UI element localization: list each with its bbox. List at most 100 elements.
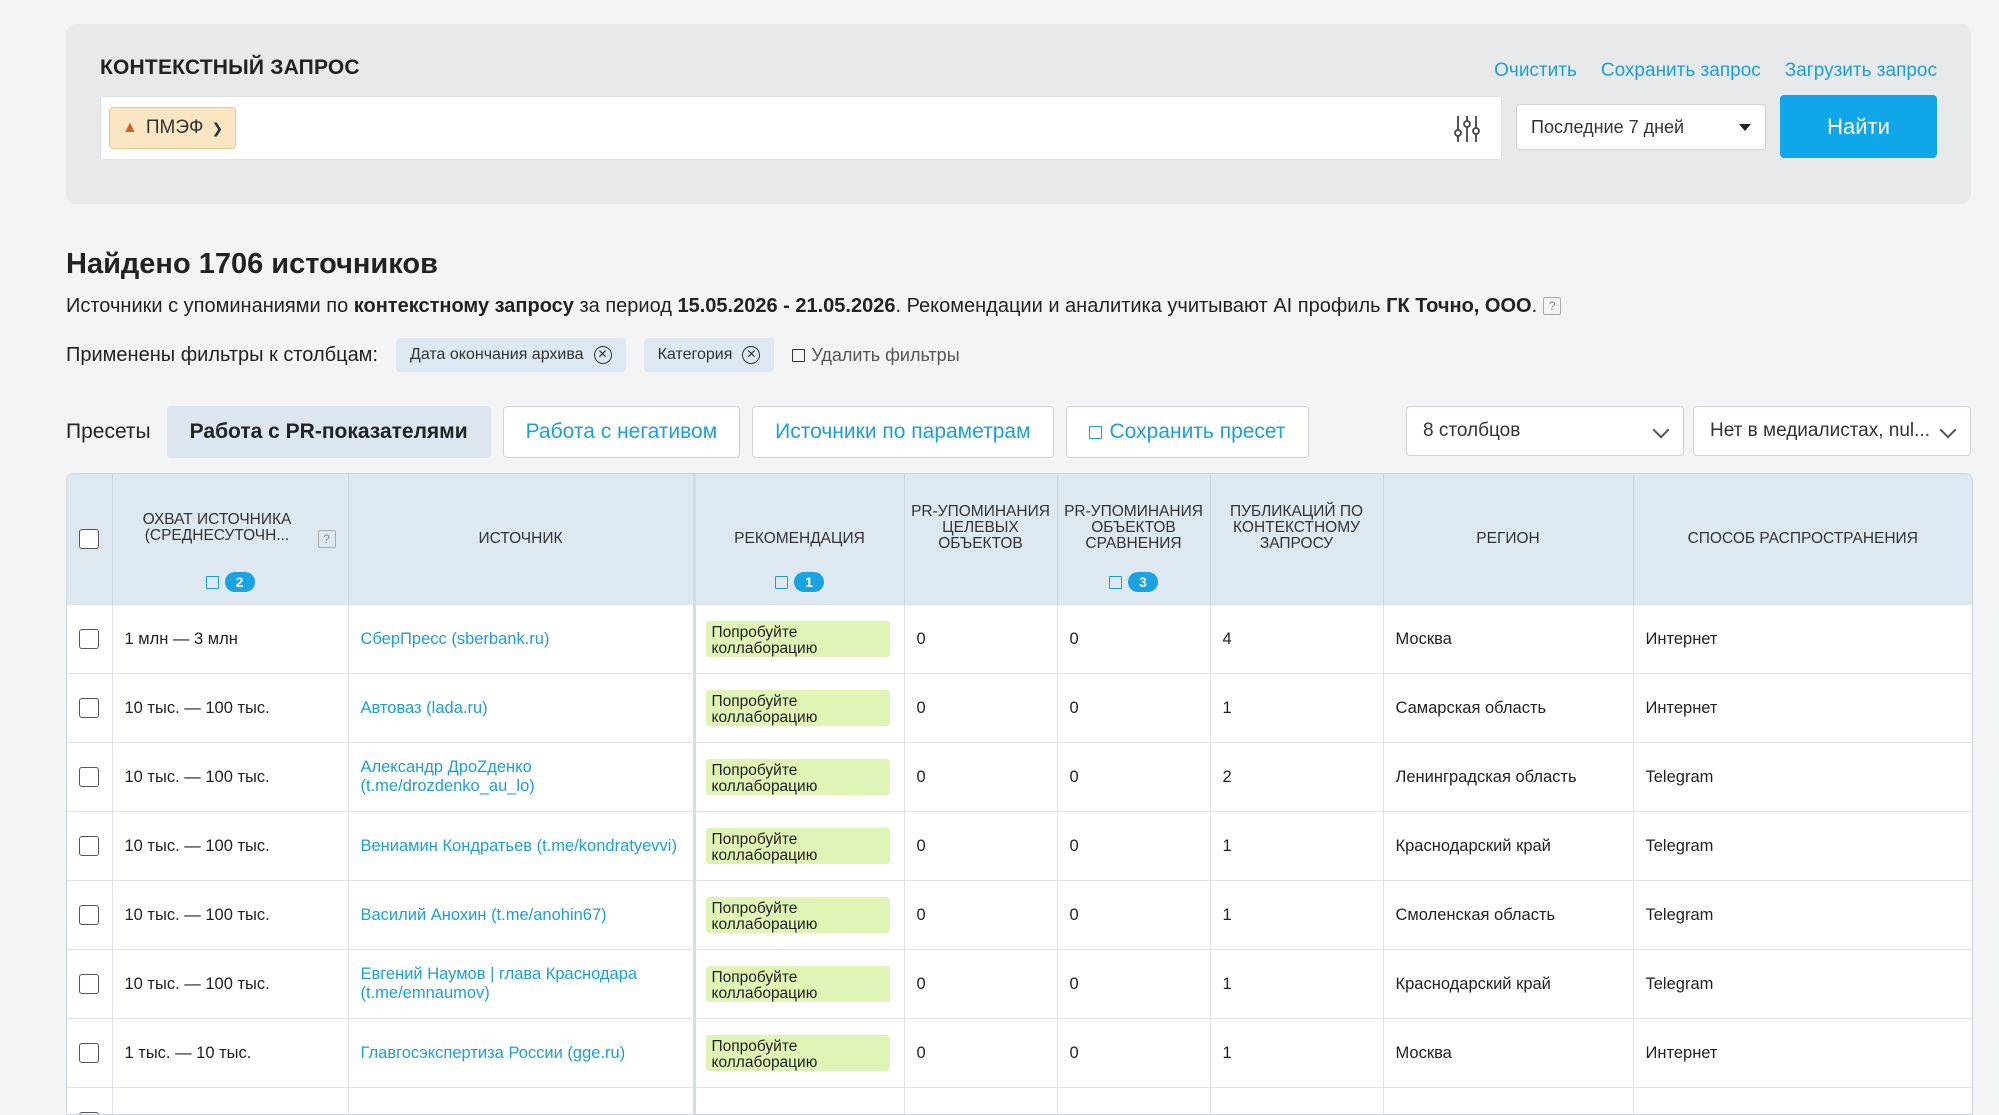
col-header-pr-compare[interactable]: PR-УПОМИНАНИЯ ОБЪЕКТОВ СРАВНЕНИЯ 3 — [1057, 474, 1210, 605]
help-icon[interactable]: ? — [318, 530, 336, 548]
table-row[interactable]: 1 млн — 3 млнСберПресс (sberbank.ru)Попр… — [67, 605, 1972, 674]
cell-source[interactable]: Александр ДроZденко (t.me/drozdenko_au_l… — [348, 743, 694, 812]
query-tag-chip[interactable]: ▲ ПМЭФ ❯ — [109, 107, 236, 149]
find-button[interactable]: Найти — [1780, 95, 1937, 158]
row-checkbox[interactable] — [79, 698, 99, 718]
period-select[interactable]: Последние 7 дней — [1516, 104, 1766, 150]
sliders-icon[interactable] — [1451, 113, 1483, 145]
cell-reach: 10 тыс. — 100 тыс. — [112, 812, 348, 881]
cell-distribution: Telegram — [1633, 881, 1972, 950]
table-row[interactable]: 10 тыс. — 100 тыс.Автоваз (lada.ru)Попро… — [67, 674, 1972, 743]
cell-source[interactable]: СберПресс (sberbank.ru) — [348, 605, 694, 674]
table-row[interactable]: 10 тыс. — 100 тыс.Василий Анохин (t.me/a… — [67, 881, 1972, 950]
save-preset-button[interactable]: Сохранить пресет — [1066, 406, 1309, 458]
row-checkbox-cell — [67, 950, 112, 1019]
cell-pr-compare: 0 — [1057, 674, 1210, 743]
load-query-link[interactable]: Загрузить запрос — [1785, 60, 1937, 82]
cell-source[interactable]: Главгосэкспертиза России (gge.ru) — [348, 1019, 694, 1088]
save-preset-label: Сохранить пресет — [1110, 420, 1286, 444]
table-row[interactable] — [67, 1088, 1972, 1115]
cell-pr-compare: 0 — [1057, 881, 1210, 950]
cell-source[interactable] — [348, 1088, 694, 1115]
cell-source[interactable]: Василий Анохин (t.me/anohin67) — [348, 881, 694, 950]
cell-publications: 1 — [1210, 674, 1383, 743]
chevron-down-icon — [1940, 422, 1957, 439]
cell-pr-target: 0 — [904, 950, 1057, 1019]
sort-order-badge: 3 — [1128, 572, 1158, 592]
row-checkbox[interactable] — [79, 974, 99, 994]
sort-indicator[interactable]: 3 — [1058, 572, 1210, 592]
sort-indicator[interactable]: 2 — [113, 572, 348, 592]
media-lists-select-value: Нет в медиалистах, nul... — [1710, 420, 1930, 442]
col-header-distribution[interactable]: СПОСОБ РАСПРОСТРАНЕНИЯ — [1633, 474, 1972, 605]
recommendation-badge: Попробуйте коллаборацию — [706, 621, 890, 657]
recommendation-badge: Попробуйте коллаборацию — [706, 966, 890, 1002]
col-header-label: СПОСОБ РАСПРОСТРАНЕНИЯ — [1688, 530, 1918, 547]
table-row[interactable]: 10 тыс. — 100 тыс.Евгений Наумов | глава… — [67, 950, 1972, 1019]
cell-region: Ленинградская область — [1383, 743, 1633, 812]
cell-source[interactable]: Вениамин Кондратьев (t.me/kondratyevvi) — [348, 812, 694, 881]
cell-publications: 1 — [1210, 812, 1383, 881]
cell-distribution: Telegram — [1633, 812, 1972, 881]
table-row[interactable]: 1 тыс. — 10 тыс.Главгосэкспертиза России… — [67, 1019, 1972, 1088]
row-checkbox[interactable] — [79, 836, 99, 856]
remove-filters-link[interactable]: Удалить фильтры — [792, 345, 959, 366]
table-row[interactable]: 10 тыс. — 100 тыс.Вениамин Кондратьев (t… — [67, 812, 1972, 881]
preset-sources-params[interactable]: Источники по параметрам — [752, 406, 1053, 458]
col-header-reach[interactable]: ОХВАТ ИСТОЧНИКА (СРЕДНЕСУТОЧН... ? 2 — [112, 474, 348, 605]
columns-select[interactable]: 8 столбцов — [1406, 406, 1684, 456]
chevron-down-icon — [1653, 422, 1670, 439]
period-select-value: Последние 7 дней — [1531, 117, 1684, 138]
presets-label: Пресеты — [66, 420, 151, 444]
col-header-region[interactable]: РЕГИОН — [1383, 474, 1633, 605]
col-header-pr-target[interactable]: PR-УПОМИНАНИЯ ЦЕЛЕВЫХ ОБЪЕКТОВ — [904, 474, 1057, 605]
cell-publications: 1 — [1210, 1019, 1383, 1088]
cell-distribution: Интернет — [1633, 674, 1972, 743]
desc-bold-period: 15.05.2026 - 21.05.2026 — [678, 295, 896, 317]
close-circle-icon[interactable]: ✕ — [594, 346, 612, 364]
save-query-link[interactable]: Сохранить запрос — [1601, 60, 1761, 82]
cell-source[interactable]: Евгений Наумов | глава Краснодара (t.me/… — [348, 950, 694, 1019]
row-checkbox[interactable] — [79, 629, 99, 649]
select-all-checkbox[interactable] — [79, 529, 99, 549]
media-lists-select[interactable]: Нет в медиалистах, nul... — [1693, 406, 1971, 456]
cell-pr-target: 0 — [904, 881, 1057, 950]
cell-region — [1383, 1088, 1633, 1115]
row-checkbox-cell — [67, 1019, 112, 1088]
cell-source[interactable]: Автоваз (lada.ru) — [348, 674, 694, 743]
query-input[interactable]: ▲ ПМЭФ ❯ — [100, 96, 1502, 160]
table-row[interactable]: 10 тыс. — 100 тыс.Александр ДроZденко (t… — [67, 743, 1972, 812]
col-header-label: РЕГИОН — [1476, 530, 1539, 547]
cell-pr-target — [904, 1088, 1057, 1115]
sort-indicator[interactable]: 1 — [696, 572, 904, 592]
cell-pr-target: 0 — [904, 674, 1057, 743]
cell-recommendation: Попробуйте коллаборацию — [694, 605, 904, 674]
preset-negative[interactable]: Работа с негативом — [503, 406, 741, 458]
col-header-label: ОХВАТ ИСТОЧНИКА (СРЕДНЕСУТОЧН... — [119, 512, 342, 567]
desc-text-4: . — [1532, 295, 1538, 317]
preset-pr-metrics[interactable]: Работа с PR-показателями — [167, 406, 491, 458]
close-circle-icon[interactable]: ✕ — [742, 346, 760, 364]
row-checkbox-cell — [67, 1088, 112, 1115]
clear-link[interactable]: Очистить — [1494, 60, 1577, 82]
filter-chip-archive-date[interactable]: Дата окончания архива ✕ — [396, 338, 626, 372]
query-title: КОНТЕКСТНЫЙ ЗАПРОС — [100, 56, 360, 80]
col-header-source[interactable]: ИСТОЧНИК — [348, 474, 694, 605]
filter-chip-category[interactable]: Категория ✕ — [644, 338, 775, 372]
col-header-label: PR-УПОМИНАНИЯ ОБЪЕКТОВ СРАВНЕНИЯ — [1064, 504, 1204, 575]
row-checkbox[interactable] — [79, 767, 99, 787]
query-panel: КОНТЕКСТНЫЙ ЗАПРОС Очистить Сохранить за… — [66, 24, 1971, 204]
row-checkbox[interactable] — [79, 1043, 99, 1063]
col-header-publications[interactable]: ПУБЛИКАЦИЙ ПО КОНТЕКСТНОМУ ЗАПРОСУ — [1210, 474, 1383, 605]
cell-pr-compare: 0 — [1057, 605, 1210, 674]
col-header-recommendation[interactable]: РЕКОМЕНДАЦИЯ 1 — [694, 474, 904, 605]
row-checkbox[interactable] — [79, 905, 99, 925]
cell-publications: 1 — [1210, 950, 1383, 1019]
square-icon — [1109, 576, 1122, 589]
filter-chip-label: Дата окончания архива — [410, 346, 584, 364]
cell-distribution: Telegram — [1633, 950, 1972, 1019]
chevron-down-icon: ❯ — [211, 120, 223, 137]
desc-text-2: за период — [574, 295, 678, 317]
cell-reach: 10 тыс. — 100 тыс. — [112, 950, 348, 1019]
help-icon[interactable]: ? — [1543, 297, 1561, 315]
